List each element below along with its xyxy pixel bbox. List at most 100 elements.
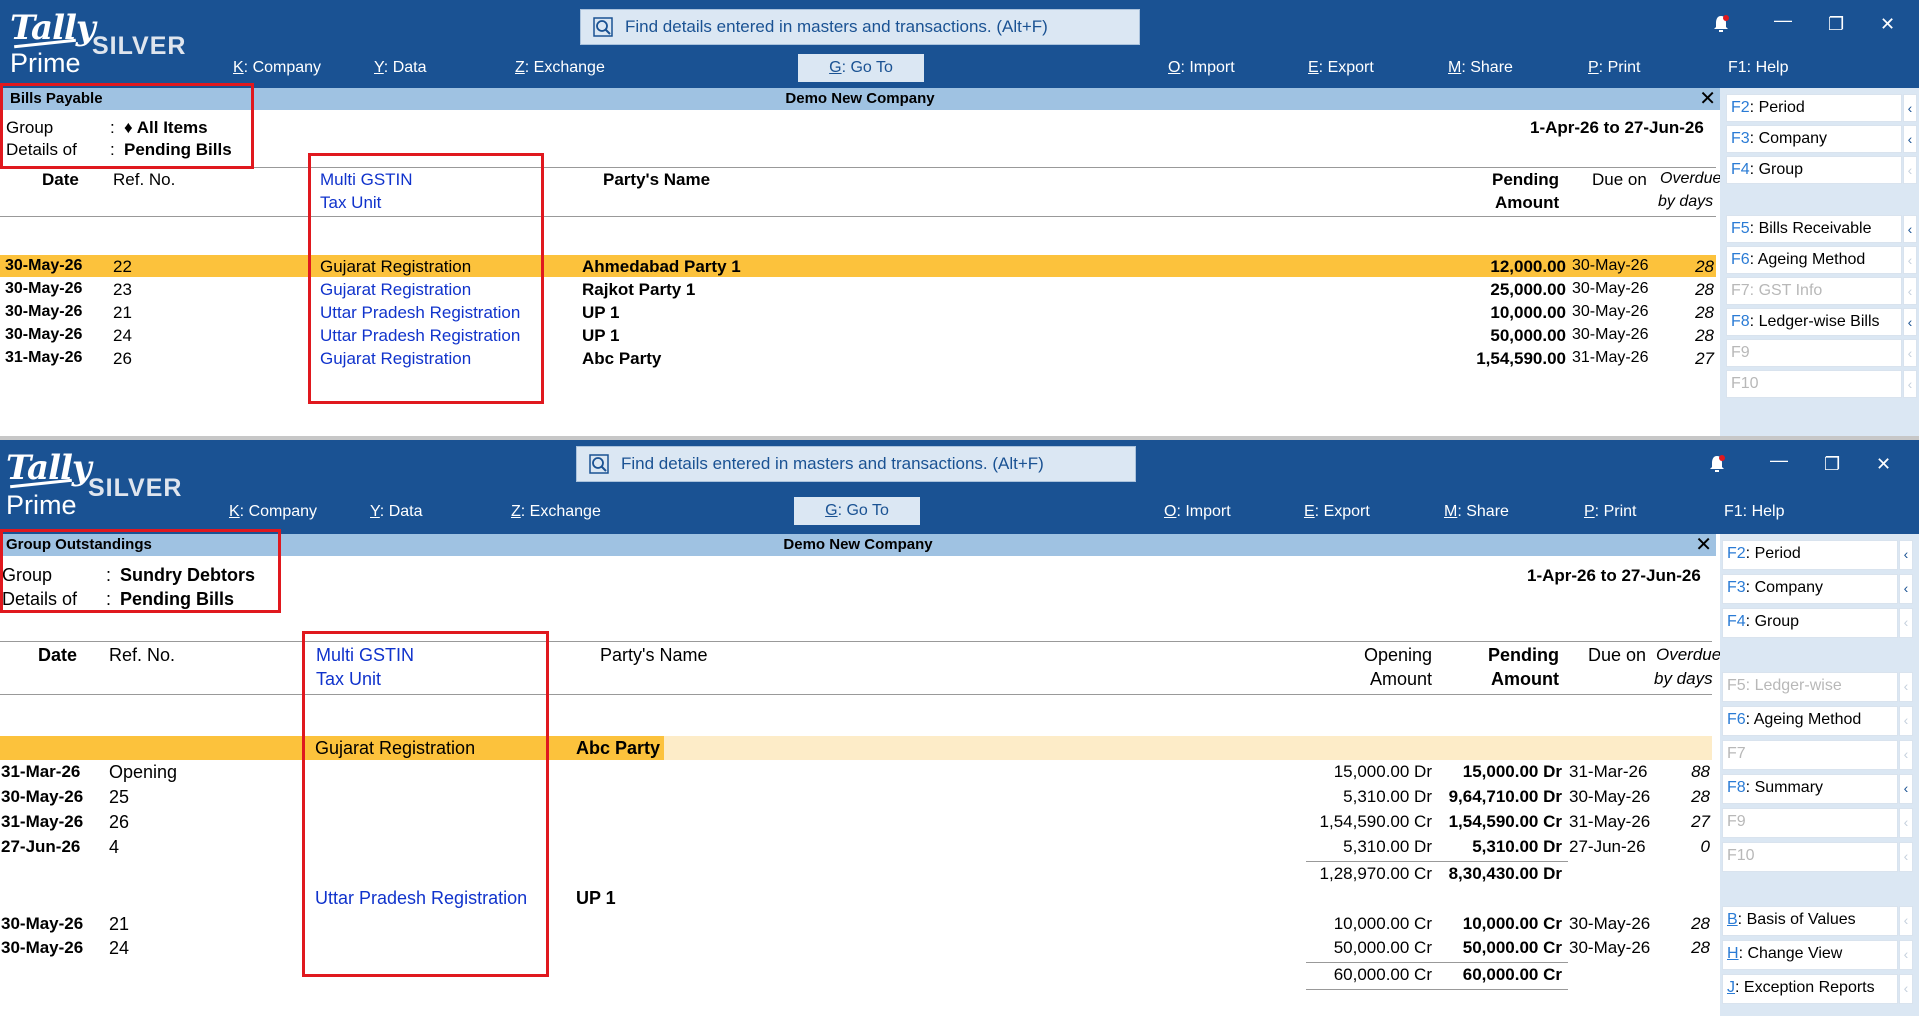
search-placeholder: Find details entered in masters and tran… [625,17,1048,36]
row-opening: 5,310.00 Dr [1343,837,1432,856]
gst-info-button: F7: GST Info [1726,277,1902,305]
menu-goto[interactable]: G: Go To [794,497,920,525]
close-report-icon[interactable]: ✕ [1699,88,1716,110]
search-input[interactable]: Find details entered in masters and tran… [576,446,1136,482]
chevron-left-icon[interactable]: ‹ [1903,308,1917,336]
row-ref: 25 [109,787,130,807]
menu-data[interactable]: Y: Data [374,58,426,78]
chevron-left-icon: ‹ [1903,339,1917,367]
period-button[interactable]: F2: Period [1726,94,1902,122]
company-button[interactable]: F3: Company [1726,125,1902,153]
group-button[interactable]: F4: Group [1726,156,1902,184]
bell-icon[interactable] [1712,14,1730,39]
col-amount: Amount [1495,193,1560,212]
menu-share[interactable]: M: Share [1444,502,1509,522]
bills-payable-window: Tally Prime SILVER Find details entered … [0,0,1919,438]
subtotal-line [1306,989,1568,990]
change-view-button[interactable]: H: Change View [1722,940,1898,970]
col-pending: Pending [1488,645,1559,665]
menu-import[interactable]: O: Import [1168,58,1235,78]
row-amount: 50,000.00 [1490,326,1566,345]
row-pending: 1,54,590.00 Cr [1448,812,1562,831]
annotation-box-gstin [302,631,549,977]
menu-company[interactable]: K: Company [229,502,317,522]
close-report-icon[interactable]: ✕ [1695,534,1712,556]
row-pending: 15,000.00 Dr [1462,762,1562,781]
menu-exchange[interactable]: Z: Exchange [511,502,601,522]
chevron-left-icon[interactable]: ‹ [1899,540,1913,570]
row-due: 30-May-26 [1569,787,1651,806]
subtotal-line [1306,962,1568,963]
row-overdue: 27 [1695,349,1714,368]
col-opening: Opening [1364,645,1433,665]
chevron-left-icon[interactable]: ‹ [1903,125,1917,153]
chevron-left-icon: ‹ [1899,974,1913,1004]
menu-goto[interactable]: G: Go To [798,54,924,82]
row-party: Abc Party [582,349,662,368]
chevron-left-icon[interactable]: ‹ [1903,94,1917,122]
menu-share[interactable]: M: Share [1448,58,1513,78]
chevron-left-icon: ‹ [1903,246,1917,274]
row-pending: 5,310.00 Dr [1472,837,1562,856]
row-due: 31-May-26 [1572,349,1649,366]
subtotal-opening: 60,000.00 Cr [1333,965,1432,984]
row-date: 30-May-26 [5,326,83,343]
menu-data[interactable]: Y: Data [370,502,422,522]
period-button[interactable]: F2: Period [1722,540,1898,570]
col-due: Due on [1592,170,1647,189]
restore-icon[interactable]: ❐ [1828,14,1844,35]
row-overdue: 28 [1695,257,1714,276]
row-date: 31-May-26 [5,349,83,366]
company-name: Demo New Company [785,90,935,107]
close-icon[interactable]: ✕ [1880,14,1895,35]
minimize-icon[interactable]: — [1774,10,1792,31]
col-party: Party's Name [600,645,708,665]
group-party[interactable]: UP 1 [576,888,616,909]
row-ref: 22 [113,257,132,276]
ageing-method-button[interactable]: F6: Ageing Method [1726,246,1902,274]
col-opening-amount: Amount [1370,669,1433,689]
menu-print[interactable]: P: Print [1584,502,1636,522]
chevron-left-icon: ‹ [1899,672,1913,702]
menu-export[interactable]: E: Export [1304,502,1370,522]
row-overdue: 28 [1695,326,1714,345]
menu-print[interactable]: P: Print [1588,58,1640,78]
bell-icon[interactable] [1708,454,1726,479]
chevron-left-icon[interactable]: ‹ [1903,215,1917,243]
minimize-icon[interactable]: — [1770,450,1788,471]
group-party[interactable]: Abc Party [576,738,660,759]
menu-import[interactable]: O: Import [1164,502,1231,522]
row-party: UP 1 [582,326,620,345]
col-by-days: by days [1658,193,1714,210]
row-opening: 50,000.00 Cr [1333,938,1432,957]
exception-reports-button[interactable]: J: Exception Reports [1722,974,1898,1004]
bills-receivable-button[interactable]: F5: Bills Receivable [1726,215,1902,243]
chevron-left-icon: ‹ [1899,906,1913,936]
row-pending: 9,64,710.00 Dr [1448,787,1562,806]
restore-icon[interactable]: ❐ [1824,454,1840,475]
ageing-method-button[interactable]: F6: Ageing Method [1722,706,1898,736]
company-button[interactable]: F3: Company [1722,574,1898,604]
basis-of-values-button[interactable]: B: Basis of Values [1722,906,1898,936]
chevron-left-icon[interactable]: ‹ [1899,574,1913,604]
row-date: 30-May-26 [1,787,84,806]
row-due: 30-May-26 [1572,280,1649,297]
menu-exchange[interactable]: Z: Exchange [515,58,605,78]
divider [0,694,1712,695]
menu-company[interactable]: K: Company [233,58,321,78]
menu-help[interactable]: F1: Help [1728,58,1788,78]
summary-button[interactable]: F8: Summary [1722,774,1898,804]
search-input[interactable]: Find details entered in masters and tran… [580,9,1140,45]
close-icon[interactable]: ✕ [1876,454,1891,475]
period: 1-Apr-26 to 27-Jun-26 [1530,118,1704,137]
chevron-left-icon[interactable]: ‹ [1899,774,1913,804]
subtotal-opening: 1,28,970.00 Cr [1319,864,1432,883]
row-pending: 10,000.00 Cr [1462,914,1562,933]
menu-export[interactable]: E: Export [1308,58,1374,78]
row-ref: 21 [109,914,130,934]
group-button[interactable]: F4: Group [1722,608,1898,638]
ledger-wise-bills-button[interactable]: F8: Ledger-wise Bills [1726,308,1902,336]
row-amount: 25,000.00 [1490,280,1566,299]
menu-help[interactable]: F1: Help [1724,502,1784,522]
col-by-days: by days [1654,669,1713,688]
